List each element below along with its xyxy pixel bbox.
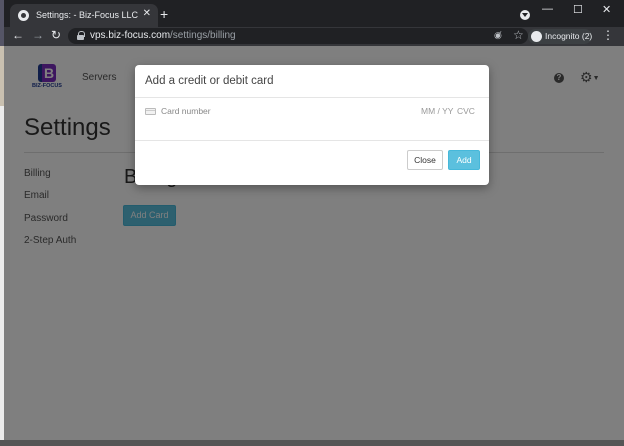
reload-button[interactable]: ↻ <box>51 28 61 42</box>
incognito-label: Incognito (2) <box>545 31 593 41</box>
modal-footer-divider <box>135 140 489 141</box>
maximize-button[interactable]: ☐ <box>573 3 583 16</box>
minimize-button[interactable]: — <box>542 3 553 15</box>
tab-title: Settings: - Biz-Focus LLC <box>36 10 139 20</box>
tab-search-icon[interactable] <box>520 10 530 20</box>
browser-menu-icon[interactable]: ⋮ <box>602 28 614 42</box>
close-button[interactable]: Close <box>407 150 443 170</box>
card-number-input[interactable]: Card number <box>161 106 211 116</box>
incognito-profile-button[interactable]: Incognito (2) <box>528 29 592 44</box>
tab-strip: Settings: - Biz-Focus LLC ✕ + — ☐ ✕ <box>4 0 624 27</box>
browser-tab[interactable]: Settings: - Biz-Focus LLC ✕ <box>10 4 158 27</box>
add-button[interactable]: Add <box>448 150 480 170</box>
globe-icon <box>18 10 29 21</box>
credit-card-icon <box>145 108 156 115</box>
incognito-icon <box>531 31 542 42</box>
lock-icon[interactable] <box>77 31 85 40</box>
modal-header-divider <box>135 97 489 98</box>
tab-close-icon[interactable]: ✕ <box>143 8 151 19</box>
bookmark-star-icon[interactable]: ☆ <box>513 28 524 42</box>
url-text: vps.biz-focus.com/settings/billing <box>90 30 236 41</box>
card-cvc-input[interactable]: CVC <box>457 106 475 116</box>
new-tab-button[interactable]: + <box>160 6 168 22</box>
eye-off-icon[interactable]: ◉̸ <box>494 30 502 41</box>
card-expiry-input[interactable]: MM / YY <box>421 106 453 116</box>
forward-button[interactable]: → <box>32 28 44 42</box>
add-card-modal: Add a credit or debit card Card number M… <box>135 65 489 185</box>
page-viewport: B BIZ-FOCUS Servers ? ⚙▼ Settings Billin… <box>4 46 624 440</box>
back-button[interactable]: ← <box>12 28 24 42</box>
address-bar[interactable]: vps.biz-focus.com/settings/billing ◉̸ ☆ <box>68 28 528 44</box>
close-window-button[interactable]: ✕ <box>602 3 611 16</box>
modal-title: Add a credit or debit card <box>145 75 274 87</box>
